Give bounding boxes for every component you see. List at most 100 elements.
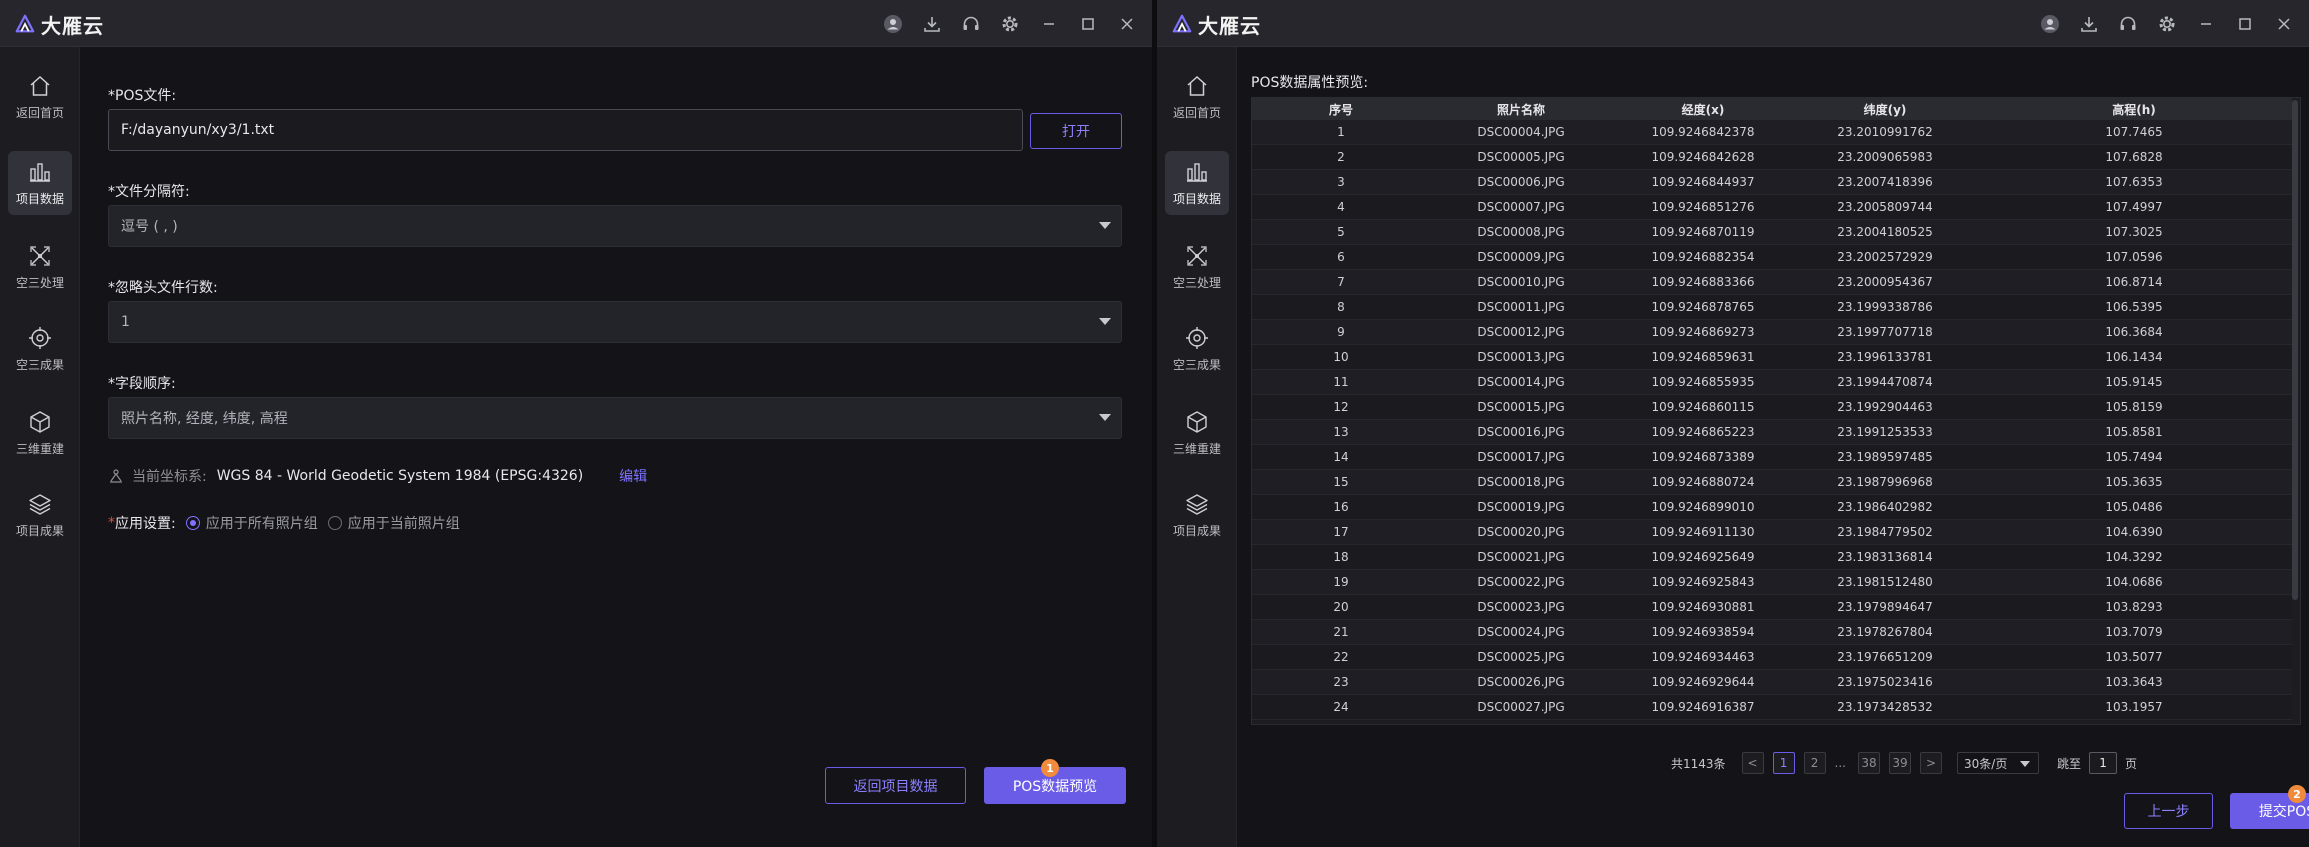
cell-photo-name: DSC00023.JPG xyxy=(1477,600,1565,614)
table-row[interactable]: 13 DSC00016.JPG 109.9246865223 23.199125353… xyxy=(1252,420,2292,445)
headset-icon[interactable] xyxy=(2117,13,2139,35)
table-row[interactable]: 7 DSC00010.JPG 109.9246883366 23.2000954367… xyxy=(1252,270,2292,295)
pos-file-input[interactable]: F:/dayanyun/xy3/1.txt xyxy=(108,109,1023,151)
prev-page-button[interactable]: < xyxy=(1741,752,1764,774)
sidebar-item-aerial-result[interactable]: 空三成果 xyxy=(1165,317,1229,381)
sidebar-item-3d-reconstruction[interactable]: 三维重建 xyxy=(8,401,72,465)
sidebar-item-label: 空三成果 xyxy=(15,357,64,372)
separator-label: *文件分隔符: xyxy=(108,184,190,200)
minimize-icon[interactable] xyxy=(2195,13,2217,35)
separator-value: 逗号 ( , ) xyxy=(121,219,178,235)
edit-coordinate-link[interactable]: 编辑 xyxy=(619,466,647,486)
table-row[interactable]: 17 DSC00020.JPG 109.9246911130 23.198477950… xyxy=(1252,520,2292,545)
close-icon[interactable] xyxy=(2273,13,2295,35)
cube-icon xyxy=(1187,410,1207,433)
skip-rows-select[interactable]: 1 xyxy=(108,301,1122,343)
page-button-38[interactable]: 38 xyxy=(1858,752,1880,774)
sidebar-item-project-result[interactable]: 项目成果 xyxy=(8,483,72,547)
sidebar-item-label: 返回首页 xyxy=(15,105,64,120)
sidebar-item-project-data[interactable]: 项目数据 xyxy=(8,151,72,215)
apply-current-group-radio[interactable] xyxy=(327,516,342,530)
coordinate-system-label: 当前坐标系: xyxy=(132,469,207,485)
table-header: 序号 照片名称 经度(x) 纬度(y) 高程(h) xyxy=(1252,98,2292,120)
coordinate-system-icon xyxy=(110,469,122,483)
page-button-2[interactable]: 2 xyxy=(1803,752,1826,774)
cell-latitude: 23.2002572929 xyxy=(1837,250,1933,264)
headset-icon[interactable] xyxy=(960,13,982,35)
table-row[interactable]: 14 DSC00017.JPG 109.9246873389 23.198959748… xyxy=(1252,445,2292,470)
open-file-button[interactable]: 打开 xyxy=(1030,113,1122,149)
user-icon[interactable] xyxy=(2039,13,2061,35)
cell-index: 14 xyxy=(1333,450,1349,464)
table-row[interactable]: 15 DSC00018.JPG 109.9246880724 23.198799696… xyxy=(1252,470,2292,495)
table-row[interactable]: 1 DSC00004.JPG 109.9246842378 23.2010991762… xyxy=(1252,120,2292,145)
sidebar-item-label: 项目数据 xyxy=(1172,191,1221,206)
pos-preview: POS数据属性预览: 序号 照片名称 经度(x) 纬度(y) 高程(h) 1 DS… xyxy=(1237,47,2309,847)
cell-index: 5 xyxy=(1337,225,1345,239)
pos-form: *POS文件: F:/dayanyun/xy3/1.txt 打开 *文件分隔符:… xyxy=(80,47,1152,847)
jump-page-input[interactable]: 1 xyxy=(2089,752,2118,774)
cell-latitude: 23.2007418396 xyxy=(1837,175,1933,189)
minimize-icon[interactable] xyxy=(1038,13,1060,35)
page-button-39[interactable]: 39 xyxy=(1889,752,1911,774)
column-header-elevation[interactable]: 高程(h) xyxy=(1976,98,2292,120)
table-row[interactable]: 8 DSC00011.JPG 109.9246878765 23.1999338786… xyxy=(1252,295,2292,320)
table-scrollbar[interactable] xyxy=(2292,100,2298,600)
table-row[interactable]: 10 DSC00013.JPG 109.9246859631 23.199613378… xyxy=(1252,345,2292,370)
sidebar-item-aerial-processing[interactable]: 空三处理 xyxy=(1165,235,1229,299)
apply-all-groups-radio[interactable] xyxy=(185,516,200,530)
page-size-select[interactable]: 30条/页 xyxy=(1957,752,2039,774)
cell-photo-name: DSC00021.JPG xyxy=(1477,550,1565,564)
table-row[interactable]: 19 DSC00022.JPG 109.9246925843 23.198151248… xyxy=(1252,570,2292,595)
column-header-index[interactable]: 序号 xyxy=(1252,98,1430,120)
gear-icon[interactable] xyxy=(999,13,1021,35)
gear-icon[interactable] xyxy=(2156,13,2178,35)
table-row[interactable]: 4 DSC00007.JPG 109.9246851276 23.2005809744… xyxy=(1252,195,2292,220)
table-row[interactable]: 20 DSC00023.JPG 109.9246930881 23.197989464… xyxy=(1252,595,2292,620)
back-to-project-data-button[interactable]: 返回项目数据 xyxy=(825,767,966,804)
page-ellipsis[interactable]: ... xyxy=(1835,756,1846,770)
table-row[interactable]: 16 DSC00019.JPG 109.9246899010 23.198640298… xyxy=(1252,495,2292,520)
table-row[interactable]: 21 DSC00024.JPG 109.9246938594 23.197826780… xyxy=(1252,620,2292,645)
sidebar-item-project-data[interactable]: 项目数据 xyxy=(1165,151,1229,215)
table-row[interactable]: 18 DSC00021.JPG 109.9246925649 23.198313681… xyxy=(1252,545,2292,570)
separator-select[interactable]: 逗号 ( , ) xyxy=(108,205,1122,247)
download-icon[interactable] xyxy=(921,13,943,35)
table-row[interactable]: 24 DSC00027.JPG 109.9246916387 23.197342853… xyxy=(1252,695,2292,720)
table-row[interactable]: 6 DSC00009.JPG 109.9246882354 23.2002572929… xyxy=(1252,245,2292,270)
cell-longitude: 109.9246925649 xyxy=(1651,550,1755,564)
column-header-photo-name[interactable]: 照片名称 xyxy=(1430,98,1612,120)
cell-latitude: 23.1986402982 xyxy=(1837,500,1933,514)
cell-elevation: 103.5077 xyxy=(2105,650,2163,664)
table-row[interactable]: 3 DSC00006.JPG 109.9246844937 23.2007418396… xyxy=(1252,170,2292,195)
field-order-select[interactable]: 照片名称, 经度, 纬度, 高程 xyxy=(108,397,1122,439)
column-header-latitude[interactable]: 纬度(y) xyxy=(1794,98,1976,120)
cell-index: 9 xyxy=(1337,325,1345,339)
sidebar-item-aerial-processing[interactable]: 空三处理 xyxy=(8,235,72,299)
page-size-value: 30条/页 xyxy=(1964,756,2008,771)
user-icon[interactable] xyxy=(882,13,904,35)
sidebar-item-home[interactable]: 返回首页 xyxy=(8,65,72,129)
close-icon[interactable] xyxy=(1116,13,1138,35)
previous-step-button[interactable]: 上一步 xyxy=(2124,793,2213,829)
table-row[interactable]: 9 DSC00012.JPG 109.9246869273 23.1997707718… xyxy=(1252,320,2292,345)
download-icon[interactable] xyxy=(2078,13,2100,35)
column-header-longitude[interactable]: 经度(x) xyxy=(1612,98,1794,120)
table-row[interactable]: 5 DSC00008.JPG 109.9246870119 23.2004180525… xyxy=(1252,220,2292,245)
maximize-icon[interactable] xyxy=(2234,13,2256,35)
table-row[interactable]: 12 DSC00015.JPG 109.9246860115 23.199290446… xyxy=(1252,395,2292,420)
table-body: 1 DSC00004.JPG 109.9246842378 23.2010991762… xyxy=(1252,120,2292,720)
sidebar-item-aerial-result[interactable]: 空三成果 xyxy=(8,317,72,381)
table-row[interactable]: 23 DSC00026.JPG 109.9246929644 23.197502341… xyxy=(1252,670,2292,695)
table-row[interactable]: 22 DSC00025.JPG 109.9246934463 23.197665120… xyxy=(1252,645,2292,670)
table-row[interactable]: 11 DSC00014.JPG 109.9246855935 23.199447087… xyxy=(1252,370,2292,395)
next-page-button[interactable]: > xyxy=(1920,752,1942,774)
table-row[interactable]: 2 DSC00005.JPG 109.9246842628 23.2009065983… xyxy=(1252,145,2292,170)
page-button-1[interactable]: 1 xyxy=(1772,752,1795,774)
cell-longitude: 109.9246930881 xyxy=(1651,600,1755,614)
sidebar-item-home[interactable]: 返回首页 xyxy=(1165,65,1229,129)
sidebar-item-3d-reconstruction[interactable]: 三维重建 xyxy=(1165,401,1229,465)
maximize-icon[interactable] xyxy=(1077,13,1099,35)
sidebar-item-project-result[interactable]: 项目成果 xyxy=(1165,483,1229,547)
cell-longitude: 109.9246880724 xyxy=(1651,475,1755,489)
